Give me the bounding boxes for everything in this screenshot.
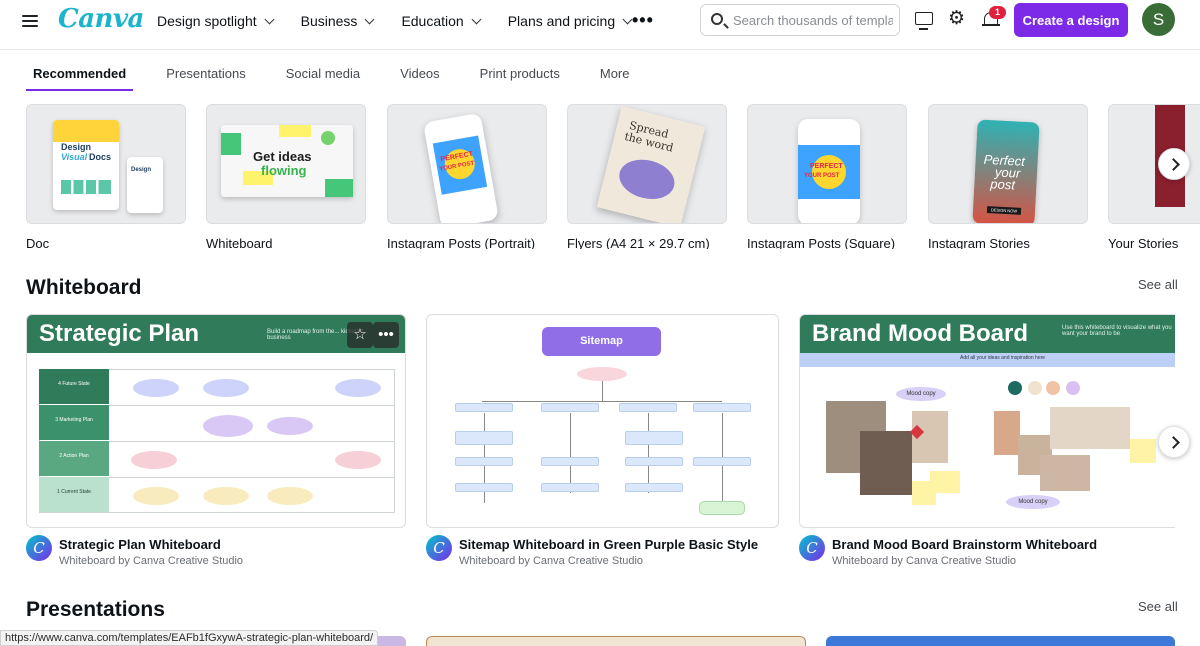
template-subtitle: Whiteboard by Canva Creative Studio [59,555,244,567]
doc-thumb-text-1: Design [61,142,92,152]
see-all-whiteboard-link[interactable]: See all [1138,277,1178,292]
mood-copy-label: Mood copy [1006,495,1060,509]
design-type-instagram-portrait[interactable]: PERFECT YOUR POST Instagram Posts (Portr… [387,104,547,249]
thumb-title: Sitemap [542,327,661,356]
template-title[interactable]: Sitemap Whiteboard in Green Purple Basic… [459,537,758,552]
nav-label: Plans and pricing [507,13,616,29]
creator-logo: C [799,535,825,561]
design-type-flyer[interactable]: Spread the word Flyers (A4 21 × 29.7 cm) [567,104,727,249]
nav-business[interactable]: Business [300,13,375,29]
create-design-button[interactable]: Create a design [1014,3,1128,37]
design-type-label: Doc [26,236,50,249]
menu-icon[interactable] [22,12,38,28]
stories-thumb-text-3: post [990,176,1016,193]
search-box[interactable] [700,4,900,36]
chevron-down-icon [364,14,375,24]
desktop-app-icon[interactable] [915,12,933,30]
design-type-doc[interactable]: Design Visual Docs Design Doc [26,104,186,249]
design-type-instagram-stories[interactable]: Perfect your post DESIGN NOW Instagram S… [928,104,1088,249]
template-meta: C Strategic Plan Whiteboard Whiteboard b… [26,535,406,575]
presentation-thumbnail[interactable] [826,636,1175,646]
top-bar: Canva Design spotlight Business Educatio… [0,0,1200,50]
row-label: 2 Action Plan [39,441,109,476]
design-type-carousel: Design Visual Docs Design Doc Get ideas … [26,104,1200,249]
presentation-thumbnail[interactable] [426,636,806,646]
doc-thumb-small: Design [131,167,152,173]
nav-label: Design spotlight [157,13,257,29]
design-type-thumbnail: Get ideas flowing [206,104,366,224]
star-icon[interactable]: ☆ [347,322,373,348]
ig-square-thumb-text-2: YOUR POST [804,173,840,179]
chevron-down-icon [471,14,482,24]
design-type-thumbnail: Spread the word [567,104,727,224]
notification-badge: 1 [989,6,1006,19]
thumb-caption: Use this whiteboard to visualize what yo… [1062,325,1172,337]
carousel-next-button[interactable] [1158,426,1190,458]
tab-print-products[interactable]: Print products [480,58,560,91]
template-thumbnail[interactable]: Strategic Plan Build a roadmap from the.… [26,314,406,528]
design-type-instagram-square[interactable]: PERFECT YOUR POST Instagram Posts (Squar… [747,104,907,249]
row-label: 4 Future State [39,369,109,404]
stories-thumb-cta: DESIGN NOW [986,206,1022,215]
more-options-icon[interactable]: ••• [373,322,399,348]
chevron-down-icon [264,14,275,24]
doc-thumb-text-2: Visual [61,152,88,162]
gear-icon[interactable]: ⚙ [948,9,966,28]
template-title[interactable]: Brand Mood Board Brainstorm Whiteboard [832,537,1097,552]
thumb-strip-text: Add all your ideas and inspiration here [960,355,1046,361]
design-type-whiteboard[interactable]: Get ideas flowing Whiteboard [206,104,366,249]
design-type-thumbnail: PERFECT YOUR POST [747,104,907,224]
template-title[interactable]: Strategic Plan Whiteboard [59,537,221,552]
whiteboard-thumb-text-2: flowing [261,163,307,178]
creator-logo: C [26,535,52,561]
design-type-thumbnail: PERFECT YOUR POST [387,104,547,224]
template-subtitle: Whiteboard by Canva Creative Studio [459,555,644,567]
avatar[interactable]: S [1142,3,1175,36]
template-meta: C Sitemap Whiteboard in Green Purple Bas… [426,535,786,575]
template-thumbnail[interactable]: Sitemap [426,314,779,528]
more-options-icon[interactable]: ••• [632,11,654,29]
whiteboard-thumb-text-1: Get ideas [253,149,312,164]
design-type-your-stories[interactable]: Your Stories [1108,104,1200,249]
design-type-thumbnail: Perfect your post DESIGN NOW [928,104,1088,224]
creator-logo: C [426,535,452,561]
section-title-whiteboard: Whiteboard [26,276,142,299]
ig-square-thumb-text-1: PERFECT [810,163,843,170]
design-type-label: Your Stories [1108,236,1179,249]
nav-education[interactable]: Education [401,13,482,29]
template-thumbnail[interactable]: Brand Mood Board Use this whiteboard to … [799,314,1175,528]
design-type-label: Instagram Posts (Square) [747,236,896,249]
canva-logo[interactable]: Canva [58,4,144,34]
category-tabs: Recommended Presentations Social media V… [25,58,669,91]
design-type-label: Instagram Posts (Portrait) [387,236,536,249]
main-nav: Design spotlight Business Education Plan… [157,13,659,29]
design-type-label: Whiteboard [206,236,273,249]
row-label: 1 Current State [39,477,109,512]
status-bar-url: https://www.canva.com/templates/EAFb1fGx… [0,630,379,646]
template-meta: C Brand Mood Board Brainstorm Whiteboard… [799,535,1175,575]
tab-more[interactable]: More [600,58,630,91]
search-input[interactable] [733,11,893,29]
search-icon [711,13,723,25]
nav-label: Education [401,13,464,29]
see-all-presentations-link[interactable]: See all [1138,599,1178,614]
nav-plans-pricing[interactable]: Plans and pricing [507,13,633,29]
tab-recommended[interactable]: Recommended [25,58,134,91]
tab-presentations[interactable]: Presentations [166,58,246,91]
nav-label: Business [300,13,358,29]
design-type-thumbnail: Design Visual Docs Design [26,104,186,224]
doc-thumb-text-3: Docs [89,152,112,162]
section-title-presentations: Presentations [26,598,165,621]
design-type-label: Instagram Stories [928,236,1030,249]
design-type-label: Flyers (A4 21 × 29.7 cm) [567,236,710,249]
template-subtitle: Whiteboard by Canva Creative Studio [832,555,1017,567]
tab-videos[interactable]: Videos [400,58,440,91]
mood-copy-label: Mood copy [896,387,946,401]
row-label: 3 Marketing Plan [39,405,109,440]
tab-social-media[interactable]: Social media [286,58,360,91]
nav-design-spotlight[interactable]: Design spotlight [157,13,275,29]
carousel-next-button[interactable] [1158,148,1190,180]
